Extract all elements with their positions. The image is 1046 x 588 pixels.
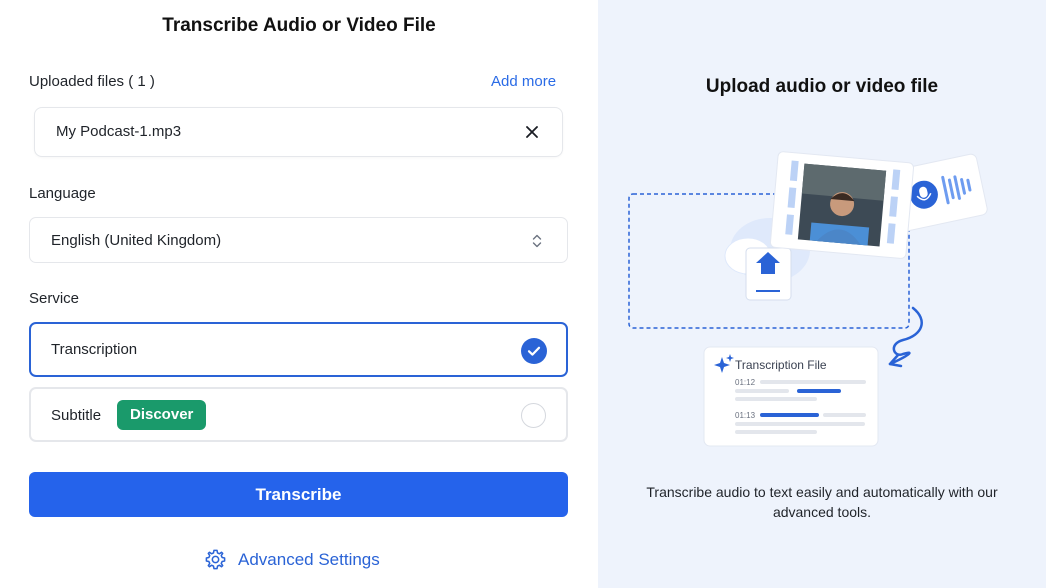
- promo-description: Transcribe audio to text easily and auto…: [646, 484, 998, 520]
- close-icon[interactable]: [522, 122, 542, 142]
- check-icon: [521, 338, 547, 364]
- transcribe-button[interactable]: Transcribe: [29, 472, 568, 517]
- radio-empty: [521, 403, 546, 428]
- chevron-updown-icon: [532, 234, 542, 248]
- svg-text:01:13: 01:13: [735, 411, 756, 420]
- service-option-label: Subtitle: [51, 407, 102, 424]
- language-value: English (United Kingdom): [51, 232, 222, 249]
- promo-title: Upload audio or video file: [705, 76, 939, 97]
- service-option-label: Transcription: [51, 341, 138, 358]
- upload-form-panel: Transcribe Audio or Video File Uploaded …: [0, 0, 598, 588]
- discover-badge: Discover: [117, 400, 207, 430]
- transcription-card-title: Transcription File: [735, 358, 827, 372]
- add-more-link[interactable]: Add more: [491, 73, 556, 90]
- uploaded-file-item: My Podcast-1.mp3: [34, 107, 563, 157]
- gear-icon: [205, 549, 226, 570]
- language-select[interactable]: English (United Kingdom): [29, 217, 568, 263]
- page-title: Transcribe Audio or Video File: [162, 15, 436, 36]
- language-label: Language: [29, 185, 96, 202]
- service-option-transcription[interactable]: Transcription: [29, 322, 568, 377]
- uploaded-files-label: Uploaded files ( 1 ): [29, 73, 155, 90]
- promo-panel: Upload audio or video file Transcription…: [598, 0, 1046, 588]
- advanced-settings-label: Advanced Settings: [238, 550, 380, 569]
- file-name: My Podcast-1.mp3: [56, 123, 182, 140]
- service-option-subtitle[interactable]: Subtitle Discover: [29, 387, 568, 442]
- service-label: Service: [29, 290, 80, 307]
- upload-illustration: Transcription File 01:12 01:13: [628, 151, 988, 447]
- svg-text:01:12: 01:12: [735, 378, 756, 387]
